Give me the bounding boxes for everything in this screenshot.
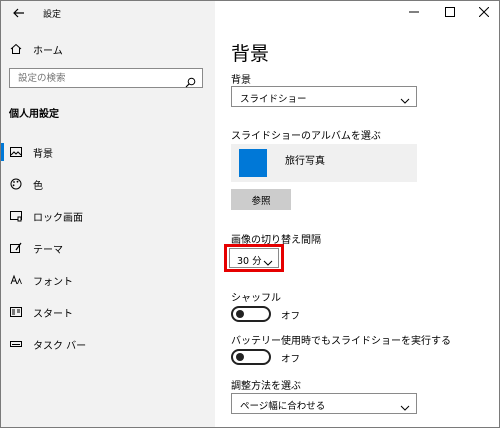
shuffle-state: オフ — [281, 311, 301, 322]
sidebar-item-theme[interactable]: テーマ — [9, 239, 63, 257]
app-title: 設定 — [43, 10, 62, 20]
sidebar-item-home[interactable]: ホーム — [9, 40, 63, 58]
shuffle-label: シャッフル — [231, 293, 281, 304]
sidebar-item-label: 背景 — [33, 148, 53, 160]
battery-state: オフ — [281, 354, 301, 365]
search-icon[interactable] — [185, 73, 196, 88]
theme-icon — [9, 241, 23, 255]
sidebar-item-label: ホーム — [33, 45, 63, 57]
fit-label: 調整方法を選ぶ — [231, 381, 301, 392]
search-box[interactable] — [9, 68, 203, 88]
album-card[interactable]: 旅行写真 — [231, 144, 417, 182]
background-dropdown[interactable]: スライドショー — [231, 86, 417, 107]
sidebar: 設定 ホーム 個人用設定 背景 色 — [1, 1, 215, 427]
album-name: 旅行写真 — [285, 156, 325, 167]
fit-dropdown-value: ページ幅に合わせる — [240, 401, 326, 412]
album-label: スライドショーのアルバムを選ぶ — [231, 131, 381, 142]
sidebar-item-start[interactable]: スタート — [9, 303, 73, 321]
browse-button[interactable]: 参照 — [231, 189, 291, 210]
section-title: 個人用設定 — [9, 109, 59, 120]
sidebar-item-label: ロック画面 — [33, 212, 83, 224]
page-title: 背景 — [231, 43, 270, 65]
settings-window: 設定 ホーム 個人用設定 背景 色 — [0, 0, 500, 428]
sidebar-item-lock-screen[interactable]: ロック画面 — [9, 207, 83, 225]
search-input[interactable] — [18, 71, 178, 85]
battery-toggle[interactable] — [231, 349, 271, 365]
toggle-knob — [236, 310, 244, 318]
sidebar-item-label: スタート — [33, 308, 73, 320]
chevron-down-icon — [400, 91, 410, 104]
palette-icon — [9, 177, 23, 191]
toggle-knob — [236, 353, 244, 361]
sidebar-item-taskbar[interactable]: タスク バー — [9, 335, 86, 353]
main-pane: 背景 背景 スライドショー スライドショーのアルバムを選ぶ 旅行写真 参照 画像… — [215, 1, 499, 427]
sidebar-item-font[interactable]: フォント — [9, 271, 73, 289]
start-icon — [9, 305, 23, 319]
selected-indicator — [1, 143, 4, 161]
sidebar-item-label: フォント — [33, 276, 73, 288]
fit-dropdown[interactable]: ページ幅に合わせる — [231, 393, 417, 414]
sidebar-item-background[interactable]: 背景 — [9, 143, 53, 161]
close-icon[interactable] — [473, 3, 495, 21]
interval-dropdown-value: 30 分 — [237, 256, 262, 267]
battery-label: バッテリー使用時でもスライドショーを実行する — [231, 336, 451, 347]
sidebar-item-label: タスク バー — [33, 340, 87, 352]
album-thumbnail — [239, 149, 267, 177]
background-dropdown-value: スライドショー — [240, 94, 307, 105]
home-icon — [9, 42, 23, 56]
interval-dropdown[interactable]: 30 分 — [229, 248, 279, 268]
shuffle-toggle[interactable] — [231, 306, 271, 322]
sidebar-item-label: 色 — [33, 180, 43, 192]
taskbar-icon — [9, 337, 23, 351]
sidebar-item-color[interactable]: 色 — [9, 175, 43, 193]
background-label: 背景 — [231, 75, 251, 86]
lock-screen-icon — [9, 209, 23, 223]
chevron-down-icon — [263, 253, 273, 266]
maximize-icon[interactable] — [439, 3, 461, 21]
picture-icon — [9, 145, 23, 159]
chevron-down-icon — [400, 398, 410, 411]
back-arrow-icon[interactable] — [11, 5, 27, 21]
font-icon — [9, 273, 23, 287]
sidebar-item-label: テーマ — [33, 244, 63, 256]
minimize-icon[interactable] — [403, 3, 425, 21]
